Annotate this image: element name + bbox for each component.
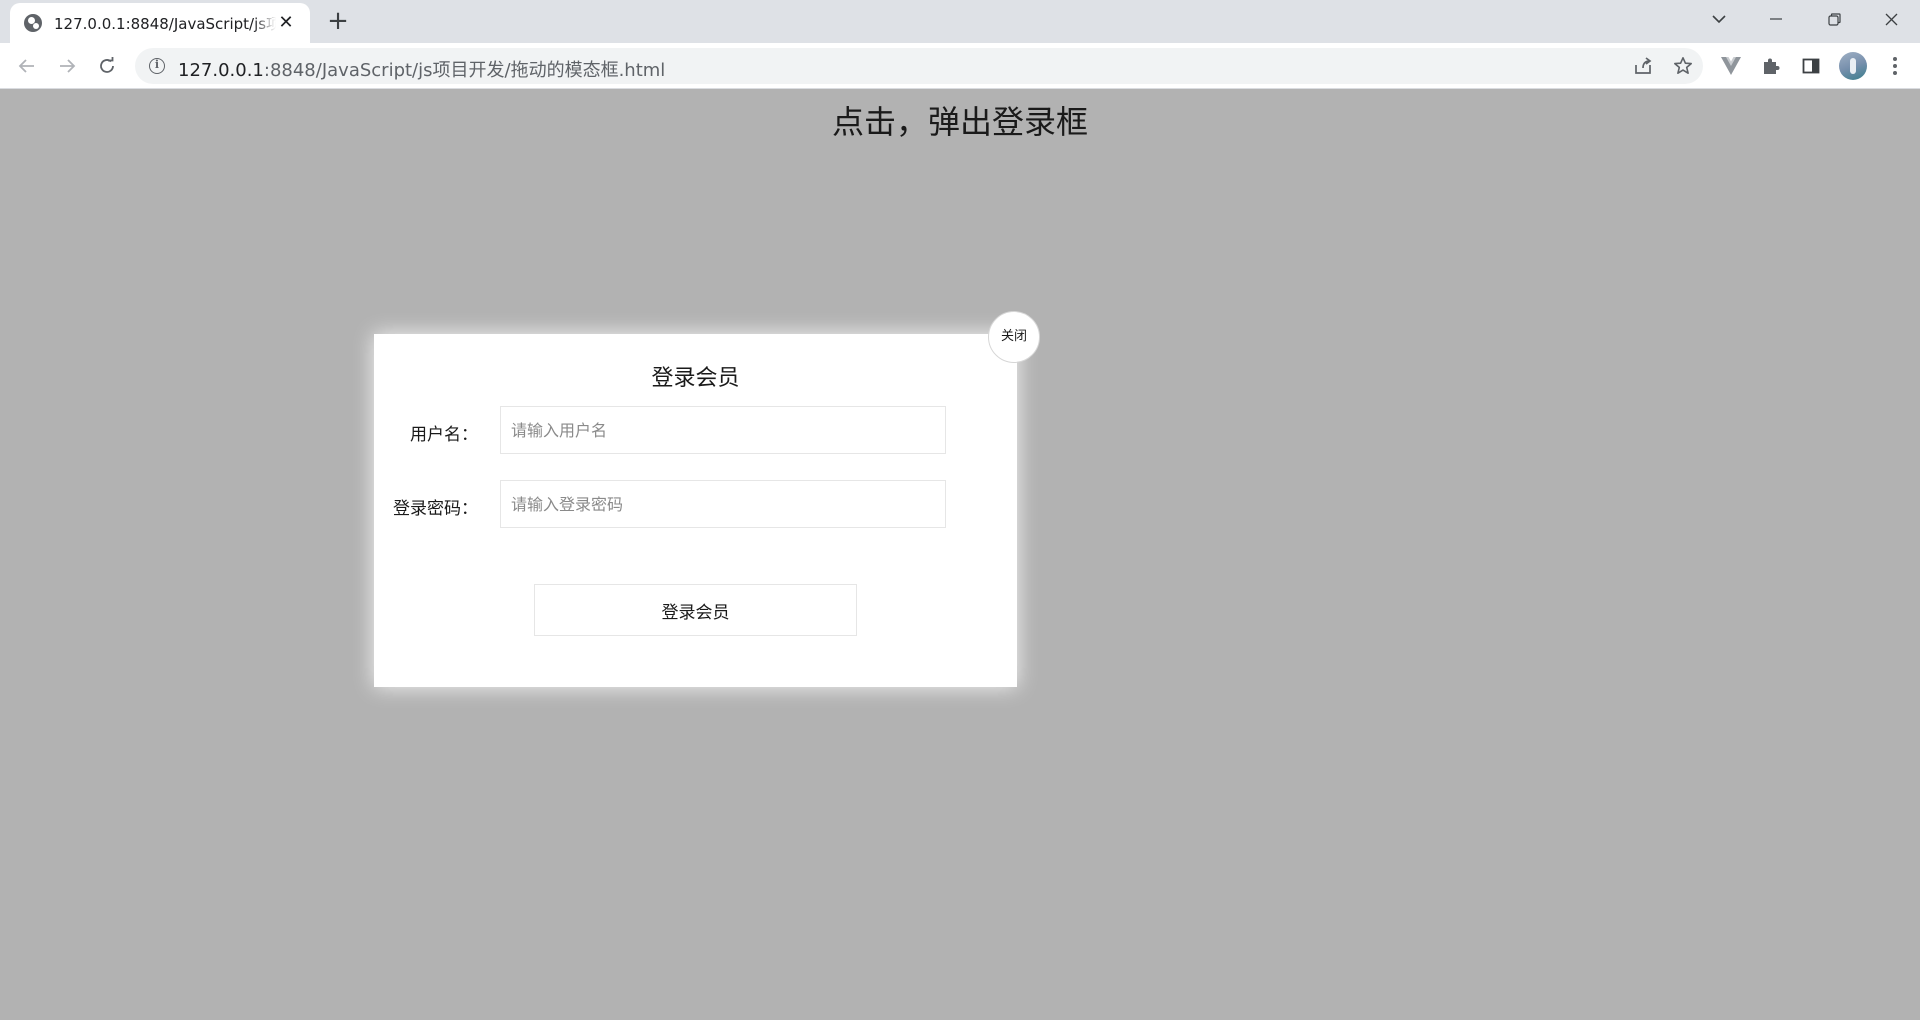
restore-button[interactable] (1811, 4, 1857, 34)
vue-devtools-icon[interactable] (1719, 54, 1743, 78)
modal-title[interactable]: 登录会员 (374, 360, 1017, 392)
close-icon (1885, 13, 1897, 25)
address-url[interactable]: 127.0.0.1:8848/JavaScript/js项目开发/拖动的模态框.… (178, 56, 665, 82)
close-window-button[interactable] (1868, 4, 1914, 34)
site-info-icon[interactable]: i (149, 58, 165, 74)
password-label: 登录密码： (393, 499, 478, 519)
minimize-icon (1770, 18, 1782, 20)
address-path: :8848/JavaScript/js项目开发/拖动的模态框.html (263, 60, 666, 81)
browser-tab-active[interactable]: 127.0.0.1:8848/JavaScript/js项目开发/拖动的模态框.… (10, 3, 310, 43)
address-host: 127.0.0.1 (178, 60, 264, 81)
new-tab-button[interactable]: + (324, 8, 352, 36)
back-button[interactable] (11, 50, 43, 82)
browser-toolbar: i 127.0.0.1:8848/JavaScript/js项目开发/拖动的模态… (0, 43, 1920, 89)
tab-close-button[interactable]: ✕ (276, 13, 296, 33)
login-modal: 登录会员 关闭 用户名： 登录密码： 登录会员 (374, 311, 1040, 687)
forward-button[interactable] (51, 50, 83, 82)
side-panel-icon[interactable] (1799, 54, 1823, 78)
password-input[interactable] (500, 480, 946, 528)
tab-title: 127.0.0.1:8848/JavaScript/js项目开发/拖动的模态框.… (54, 14, 276, 33)
profile-avatar[interactable] (1839, 52, 1867, 80)
username-input[interactable] (500, 406, 946, 454)
arrow-right-icon (60, 59, 76, 73)
chevron-down-icon (1712, 15, 1726, 24)
page-content: 点击，弹出登录框 登录会员 关闭 用户名： 登录密码： 登录会员 (0, 89, 1920, 1020)
open-login-trigger[interactable]: 点击，弹出登录框 (0, 97, 1920, 143)
username-label: 用户名： (410, 425, 478, 445)
browser-menu-icon[interactable] (1888, 54, 1902, 78)
reload-icon (100, 57, 114, 73)
minimize-button[interactable] (1753, 4, 1799, 34)
globe-icon (24, 14, 42, 32)
arrow-left-icon (18, 59, 34, 73)
modal-close-button[interactable]: 关闭 (988, 311, 1040, 363)
reload-button[interactable] (91, 50, 123, 82)
login-submit-button[interactable]: 登录会员 (534, 584, 857, 636)
browser-tab-strip: 127.0.0.1:8848/JavaScript/js项目开发/拖动的模态框.… (0, 0, 1920, 43)
bookmark-star-icon[interactable] (1672, 55, 1694, 77)
address-bar[interactable]: i 127.0.0.1:8848/JavaScript/js项目开发/拖动的模态… (135, 48, 1703, 84)
tab-search-button[interactable] (1696, 4, 1742, 34)
share-icon[interactable] (1632, 55, 1654, 77)
extensions-puzzle-icon[interactable] (1759, 54, 1783, 78)
restore-icon (1827, 12, 1841, 26)
